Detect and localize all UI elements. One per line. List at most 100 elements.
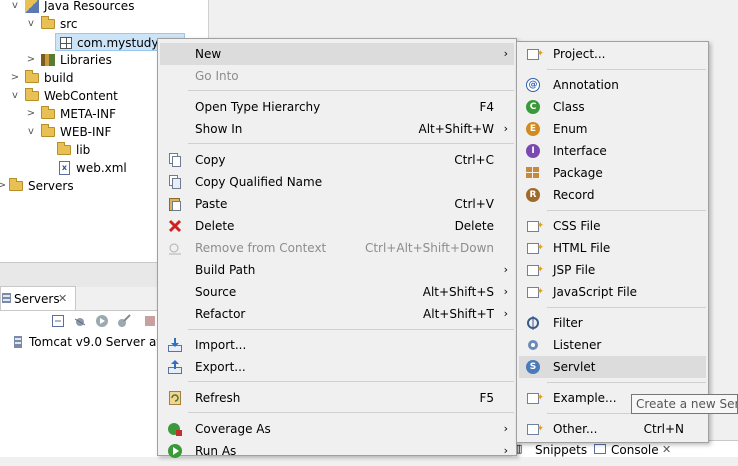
submenu-item-jsp-file[interactable]: JSP File — [519, 259, 706, 281]
submenu-arrow-icon: › — [503, 422, 508, 435]
menu-item-label: Filter — [553, 316, 583, 330]
tree-item-label: META-INF — [60, 107, 117, 121]
tree-item-label: Libraries — [60, 53, 112, 67]
menu-item-shortcut: Ctrl+C — [454, 153, 494, 167]
menu-item-coverage-as[interactable]: Coverage As › — [160, 418, 514, 440]
submenu-item-project[interactable]: Project... — [519, 43, 706, 65]
expand-chevron-icon[interactable]: v — [9, 87, 21, 105]
stop-server-icon[interactable] — [143, 314, 157, 328]
xml-file-icon: x — [56, 159, 72, 177]
submenu-item-annotation[interactable]: @ Annotation — [519, 74, 706, 96]
menu-item-open-type-hierarchy[interactable]: Open Type Hierarchy F4 — [160, 96, 514, 118]
tab-servers[interactable]: Servers ✕ — [0, 286, 76, 310]
submenu-item-html-file[interactable]: HTML File — [519, 237, 706, 259]
expand-chevron-icon[interactable]: > — [25, 51, 37, 69]
menu-separator — [547, 382, 706, 383]
menu-item-show-in[interactable]: Show In Alt+Shift+W › — [160, 118, 514, 140]
menu-item-shortcut: F5 — [479, 391, 494, 405]
tab-console[interactable]: Console — [611, 443, 659, 457]
collapse-all-icon[interactable] — [51, 314, 65, 328]
submenu-item-enum[interactable]: E Enum — [519, 118, 706, 140]
submenu-item-record[interactable]: R Record — [519, 184, 706, 206]
menu-item-label: Remove from Context — [195, 241, 327, 255]
css-file-icon — [525, 215, 544, 237]
menu-item-export[interactable]: Export... — [160, 356, 514, 378]
enum-icon: E — [525, 121, 541, 137]
coverage-icon — [167, 421, 183, 437]
console-icon — [594, 443, 606, 455]
submenu-item-interface[interactable]: I Interface — [519, 140, 706, 162]
menu-item-label: Listener — [553, 338, 602, 352]
filter-icon — [525, 315, 541, 331]
folder-icon — [56, 141, 72, 159]
menu-item-label: HTML File — [553, 241, 611, 255]
servers-toolbar — [0, 310, 160, 332]
menu-item-label: Export... — [195, 360, 246, 374]
start-server-icon[interactable] — [95, 314, 109, 328]
source-folder-icon — [40, 15, 56, 33]
menu-item-label: Refresh — [195, 391, 241, 405]
servlet-icon: S — [525, 359, 541, 375]
submenu-item-filter[interactable]: Filter — [519, 312, 706, 334]
new-submenu: Project... @ Annotation C Class E Enum I… — [516, 41, 709, 443]
menu-item-label: Copy — [195, 153, 226, 167]
expand-chevron-icon[interactable]: v — [25, 15, 37, 33]
menu-item-copy[interactable]: Copy Ctrl+C — [160, 149, 514, 171]
menu-item-source[interactable]: Source Alt+Shift+S › — [160, 281, 514, 303]
run-icon — [167, 443, 183, 459]
submenu-item-servlet[interactable]: S Servlet — [519, 356, 706, 378]
tooltip: Create a new Servlet — [631, 394, 738, 414]
tree-item-label: WEB-INF — [60, 125, 112, 139]
menu-item-label: Paste — [195, 197, 228, 211]
menu-item-run-as[interactable]: Run As › — [160, 440, 514, 462]
submenu-item-listener[interactable]: Listener — [519, 334, 706, 356]
menu-item-label: Annotation — [553, 78, 619, 92]
debug-server-icon[interactable] — [73, 314, 87, 328]
menu-item-new[interactable]: New › — [160, 43, 514, 65]
tomcat-server-icon — [12, 335, 24, 349]
tree-item-label: build — [44, 71, 74, 85]
menu-item-import[interactable]: Import... — [160, 334, 514, 356]
menu-item-label: Interface — [553, 144, 607, 158]
expand-chevron-icon[interactable]: > — [0, 177, 8, 195]
submenu-item-css-file[interactable]: CSS File — [519, 215, 706, 237]
submenu-arrow-icon: › — [503, 444, 508, 457]
other-icon — [525, 418, 544, 440]
menu-item-refactor[interactable]: Refactor Alt+Shift+T › — [160, 303, 514, 325]
package-icon — [58, 34, 74, 52]
paste-icon — [167, 196, 183, 212]
menu-item-copy-qualified-name[interactable]: Copy Qualified Name — [160, 171, 514, 193]
expand-chevron-icon[interactable]: > — [25, 105, 37, 123]
menu-item-shortcut: Ctrl+V — [454, 197, 494, 211]
context-menu: New › Go Into Open Type Hierarchy F4 Sho… — [157, 38, 517, 458]
menu-item-delete[interactable]: Delete Delete — [160, 215, 514, 237]
menu-item-build-path[interactable]: Build Path › — [160, 259, 514, 281]
example-icon — [525, 387, 544, 409]
menu-item-label: Example... — [553, 391, 617, 405]
tree-item-label: lib — [76, 143, 91, 157]
copy-qualified-name-icon — [167, 174, 183, 190]
profile-server-icon[interactable] — [117, 314, 131, 328]
submenu-item-other[interactable]: Other... Ctrl+N — [519, 418, 706, 440]
tab-snippets[interactable]: Snippets — [535, 443, 587, 457]
menu-item-go-into[interactable]: Go Into — [160, 65, 514, 87]
servers-view-icon — [1, 291, 13, 305]
submenu-item-package[interactable]: Package — [519, 162, 706, 184]
libraries-icon — [40, 51, 56, 69]
close-icon[interactable]: ✕ — [662, 443, 671, 457]
expand-chevron-icon[interactable]: v — [25, 123, 37, 141]
submenu-item-class[interactable]: C Class — [519, 96, 706, 118]
menu-item-label: New — [195, 47, 222, 61]
expand-chevron-icon[interactable]: v — [9, 0, 21, 15]
menu-item-paste[interactable]: Paste Ctrl+V — [160, 193, 514, 215]
javascript-file-icon — [525, 281, 544, 303]
expand-chevron-icon[interactable]: > — [9, 69, 21, 87]
tree-item-src[interactable]: v src — [0, 15, 208, 33]
menu-item-refresh[interactable]: Refresh F5 — [160, 387, 514, 409]
tree-item-java-resources[interactable]: v Java Resources — [0, 0, 208, 15]
submenu-item-javascript-file[interactable]: JavaScript File — [519, 281, 706, 303]
menu-item-remove-from-context[interactable]: Remove from Context Ctrl+Alt+Shift+Down — [160, 237, 514, 259]
close-icon[interactable]: ✕ — [58, 291, 67, 307]
menu-item-shortcut: F4 — [479, 100, 494, 114]
menu-item-label: Other... — [553, 422, 598, 436]
